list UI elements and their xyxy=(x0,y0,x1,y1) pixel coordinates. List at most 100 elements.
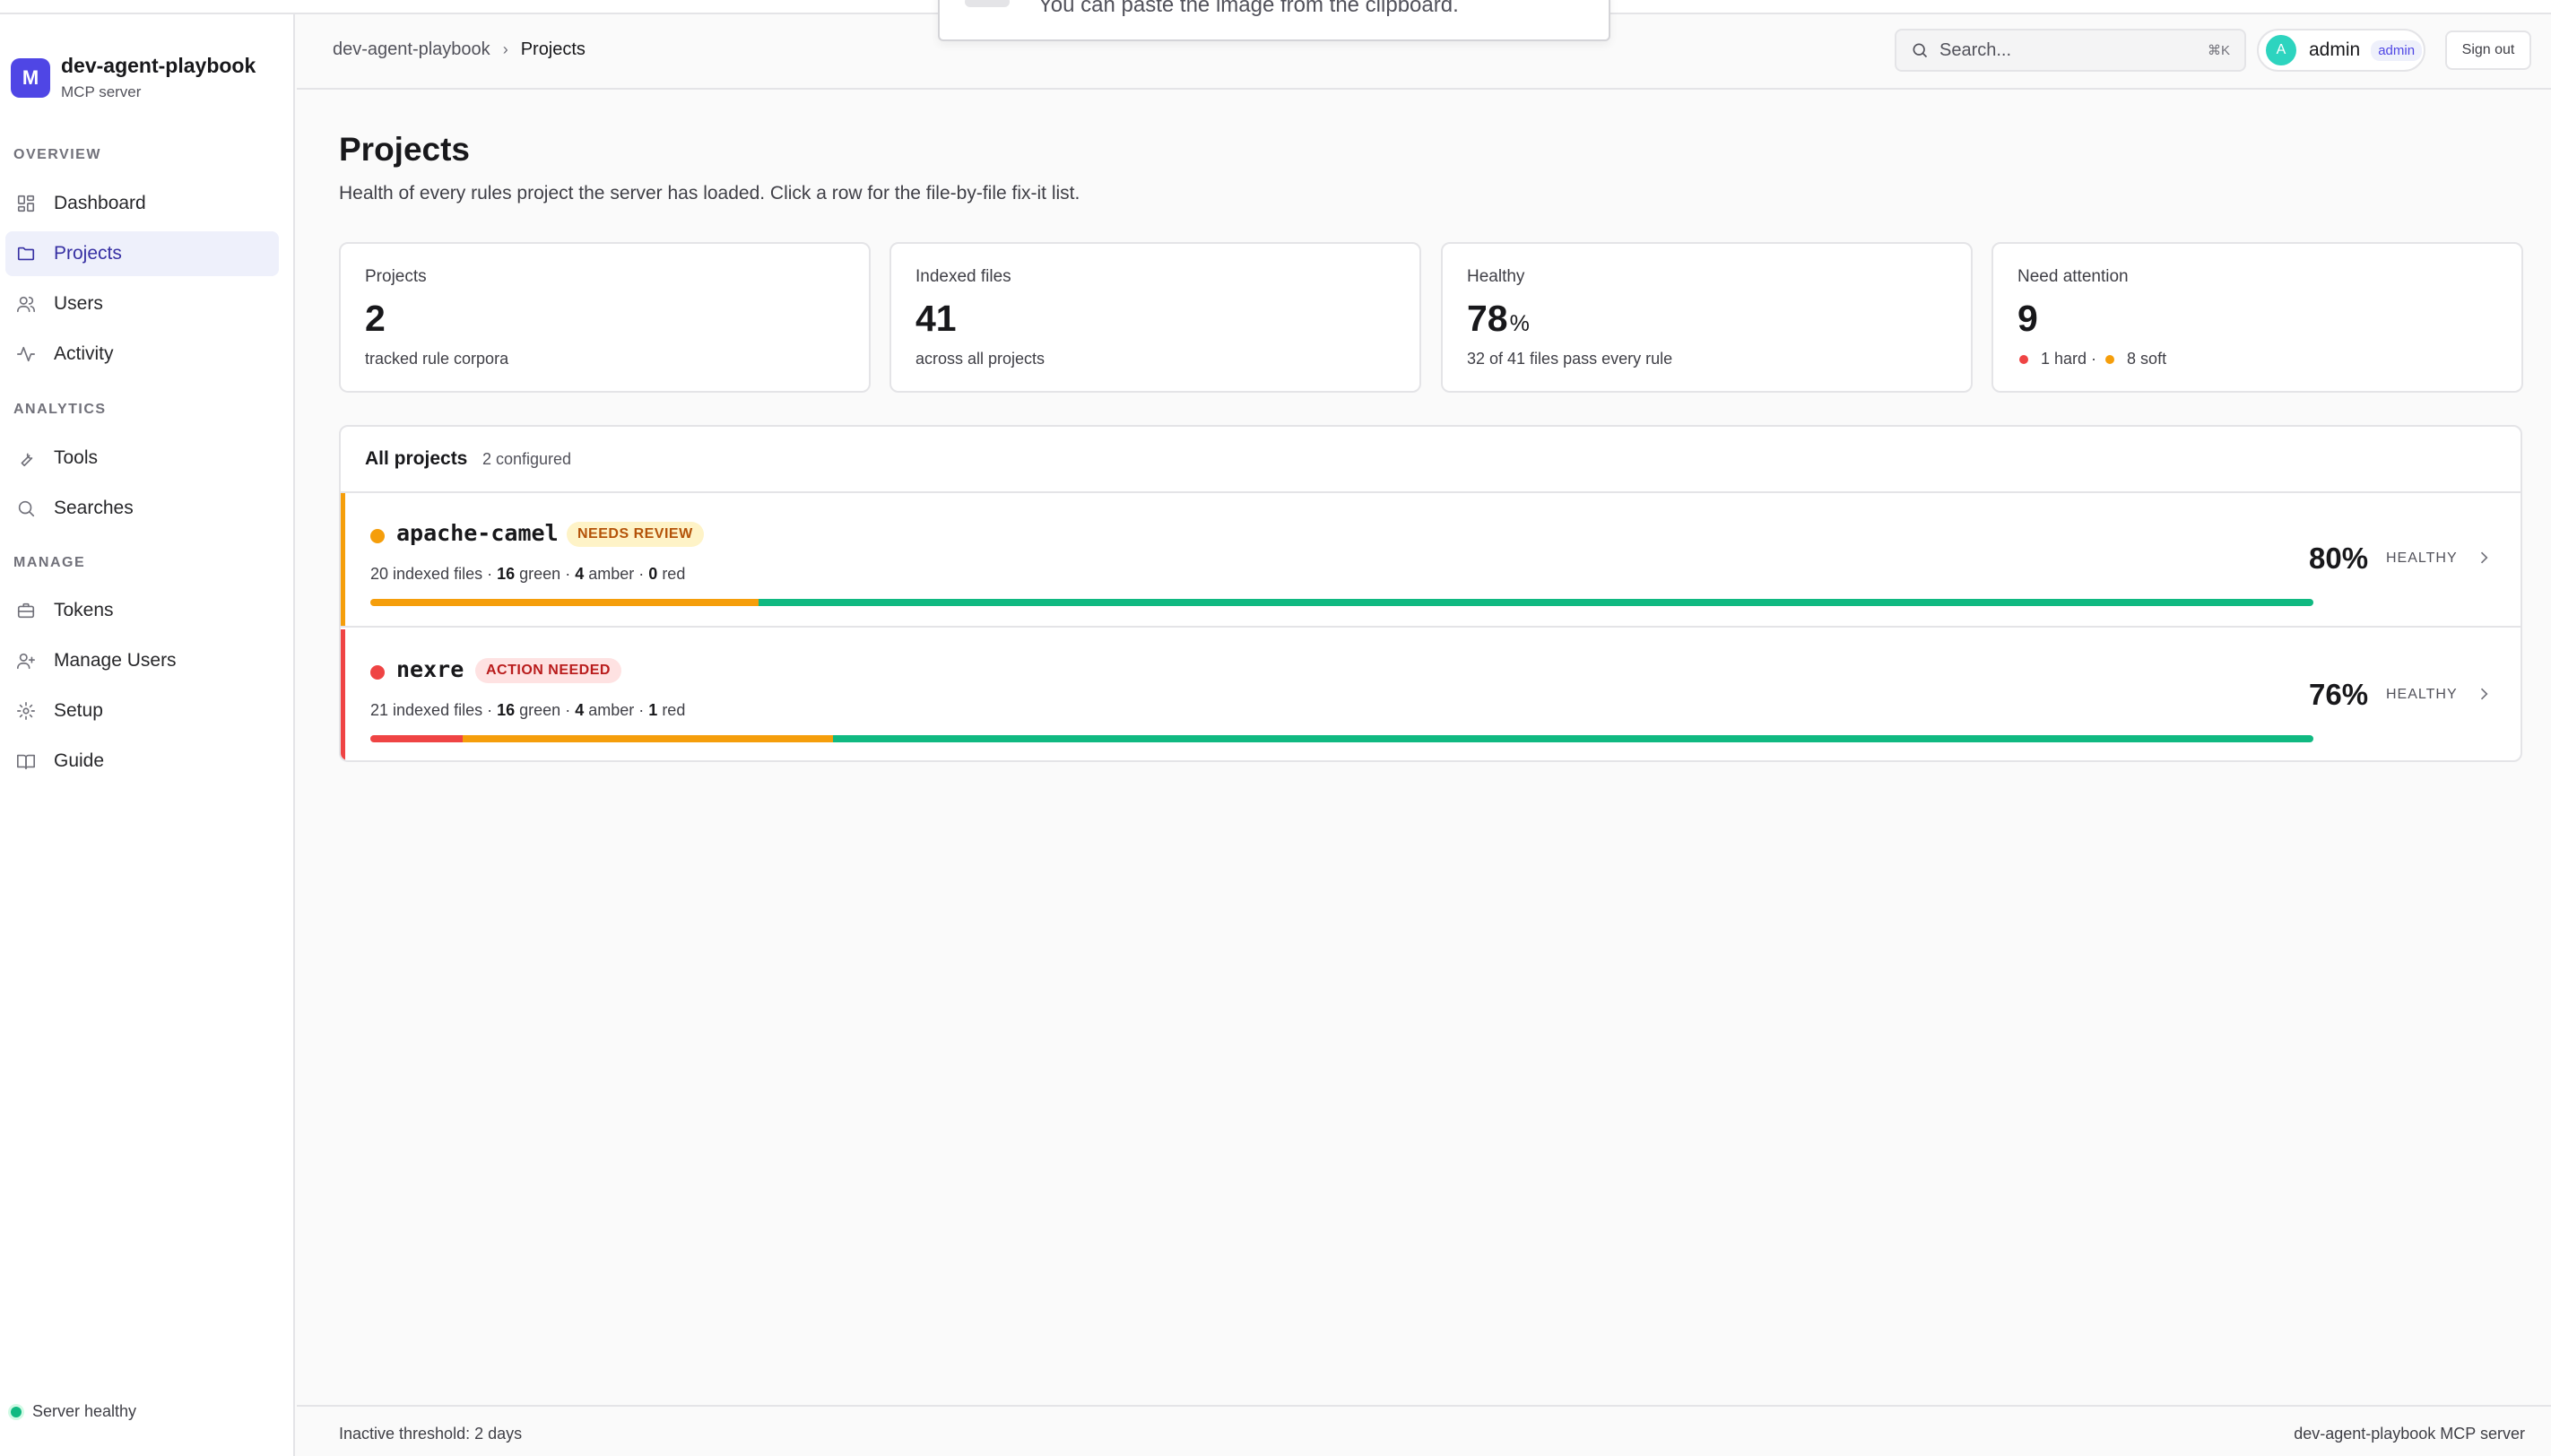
grid-icon xyxy=(14,192,38,215)
stat-label: Healthy xyxy=(1467,267,1525,286)
chevron-right-icon[interactable] xyxy=(2475,685,2493,703)
project-meta: 20 indexed files · 16 green · 4 amber · … xyxy=(370,565,685,584)
sidebar-item-users[interactable]: Users xyxy=(5,282,279,326)
green-count: 16 xyxy=(497,701,516,719)
sidebar-item-manage-users[interactable]: Manage Users xyxy=(5,638,279,683)
project-name: apache-camel xyxy=(396,520,559,546)
brand-subtitle: MCP server xyxy=(61,83,142,100)
sidebar-item-guide[interactable]: Guide xyxy=(5,739,279,784)
stat-card-indexed-files: Indexed files 41 across all projects xyxy=(889,242,1421,393)
sidebar-item-tools[interactable]: Tools xyxy=(5,436,279,481)
projects-panel: All projects 2 configured apache-camel N… xyxy=(339,425,2522,762)
brand[interactable]: M dev-agent-playbook MCP server xyxy=(11,54,256,101)
sidebar: M dev-agent-playbook MCP server OVERVIEW… xyxy=(0,14,295,1456)
page-title: Projects xyxy=(339,131,471,168)
health-bar xyxy=(370,599,2313,606)
green-label: green · xyxy=(519,565,571,583)
sidebar-item-label: Guide xyxy=(54,750,105,771)
amber-label: amber · xyxy=(588,701,645,719)
search-input[interactable] xyxy=(1939,39,2182,61)
breadcrumb: dev-agent-playbook › Projects xyxy=(333,39,586,60)
sidebar-item-label: Activity xyxy=(54,343,114,364)
sign-out-button[interactable]: Sign out xyxy=(2445,30,2531,70)
breadcrumb-current: Projects xyxy=(520,39,586,59)
amber-label: amber · xyxy=(588,565,645,583)
stat-value: 9 xyxy=(2017,298,2038,339)
sidebar-item-label: Searches xyxy=(54,498,134,518)
red-label: red xyxy=(662,701,686,719)
sidebar-item-searches[interactable]: Searches xyxy=(5,486,279,531)
bar-segment-amber xyxy=(463,735,833,742)
stat-unit: % xyxy=(1509,311,1530,336)
stat-card-need-attention: Need attention 9 1 hard · 8 soft xyxy=(1991,242,2523,393)
health-label: HEALTHY xyxy=(2386,550,2458,566)
red-count: 1 xyxy=(648,701,658,719)
paste-toast: You can paste the image from the clipboa… xyxy=(938,0,1610,41)
amber-count: 4 xyxy=(575,565,585,583)
hard-count: 1 hard · xyxy=(2041,350,2097,368)
user-name: admin xyxy=(2309,39,2361,60)
health-percent: 80% xyxy=(2309,542,2369,575)
sidebar-item-tokens[interactable]: Tokens xyxy=(5,588,279,633)
footer-server-name: dev-agent-playbook MCP server xyxy=(2294,1425,2525,1443)
stat-number: 78 xyxy=(1467,298,1508,339)
users-icon xyxy=(14,292,38,316)
sidebar-item-label: Manage Users xyxy=(54,650,177,671)
sidebar-item-label: Setup xyxy=(54,700,103,721)
nav-section-analytics: ANALYTICS xyxy=(13,402,107,417)
project-row[interactable]: apache-camel NEEDS REVIEW 20 indexed fil… xyxy=(341,493,2521,628)
sidebar-item-label: Users xyxy=(54,293,103,314)
row-accent xyxy=(341,629,345,760)
health-label: HEALTHY xyxy=(2386,687,2458,702)
breadcrumb-separator: › xyxy=(502,40,508,58)
sidebar-item-activity[interactable]: Activity xyxy=(5,332,279,377)
folder-icon xyxy=(14,242,38,265)
soft-dot xyxy=(2105,354,2115,364)
search-icon xyxy=(14,497,38,520)
clipboard-icon xyxy=(965,0,1010,7)
toast-message: You can paste the image from the clipboa… xyxy=(1038,0,1459,17)
wrench-icon xyxy=(14,446,38,470)
avatar: A xyxy=(2266,35,2296,65)
search-shortcut: ⌘K xyxy=(2207,43,2230,58)
breadcrumb-root[interactable]: dev-agent-playbook xyxy=(333,39,490,60)
green-count: 16 xyxy=(497,565,516,583)
panel-title: All projects xyxy=(365,448,468,469)
hard-dot xyxy=(2019,354,2028,364)
bar-segment-red xyxy=(370,735,464,742)
red-count: 0 xyxy=(648,565,658,583)
project-status-dot xyxy=(370,529,385,543)
stat-value: 41 xyxy=(915,298,957,339)
sidebar-item-dashboard[interactable]: Dashboard xyxy=(5,181,279,226)
stat-foot: 32 of 41 files pass every rule xyxy=(1467,350,1673,368)
stat-label: Need attention xyxy=(2017,267,2129,286)
files-count: 21 indexed files · xyxy=(370,701,493,719)
server-status-text: Server healthy xyxy=(32,1402,137,1420)
stat-card-projects: Projects 2 tracked rule corpora xyxy=(339,242,871,393)
stat-foot: 1 hard · 8 soft xyxy=(2017,350,2166,368)
user-menu[interactable]: A admin admin xyxy=(2257,29,2425,72)
stat-value: 78% xyxy=(1467,298,1530,340)
stat-card-healthy: Healthy 78% 32 of 41 files pass every ru… xyxy=(1441,242,1973,393)
project-badge: NEEDS REVIEW xyxy=(567,522,704,547)
health-bar xyxy=(370,735,2313,742)
stat-label: Indexed files xyxy=(915,267,1011,286)
search-box[interactable]: ⌘K xyxy=(1895,29,2246,72)
sidebar-item-setup[interactable]: Setup xyxy=(5,689,279,733)
user-plus-icon xyxy=(14,649,38,672)
brand-logo: M xyxy=(11,57,50,98)
server-status: Server healthy xyxy=(11,1402,136,1421)
chevron-right-icon[interactable] xyxy=(2475,549,2493,567)
project-row[interactable]: nexre ACTION NEEDED 21 indexed files · 1… xyxy=(341,629,2521,760)
project-meta: 21 indexed files · 16 green · 4 amber · … xyxy=(370,701,685,720)
sidebar-item-label: Tools xyxy=(54,447,99,468)
row-accent xyxy=(341,493,345,626)
book-icon xyxy=(14,750,38,773)
sidebar-item-projects[interactable]: Projects xyxy=(5,231,279,276)
gear-icon xyxy=(14,699,38,723)
role-badge: admin xyxy=(2371,39,2423,61)
files-count: 20 indexed files · xyxy=(370,565,493,583)
project-status-dot xyxy=(370,665,385,680)
sidebar-item-label: Projects xyxy=(54,243,122,264)
footer: Inactive threshold: 2 days dev-agent-pla… xyxy=(297,1405,2551,1456)
